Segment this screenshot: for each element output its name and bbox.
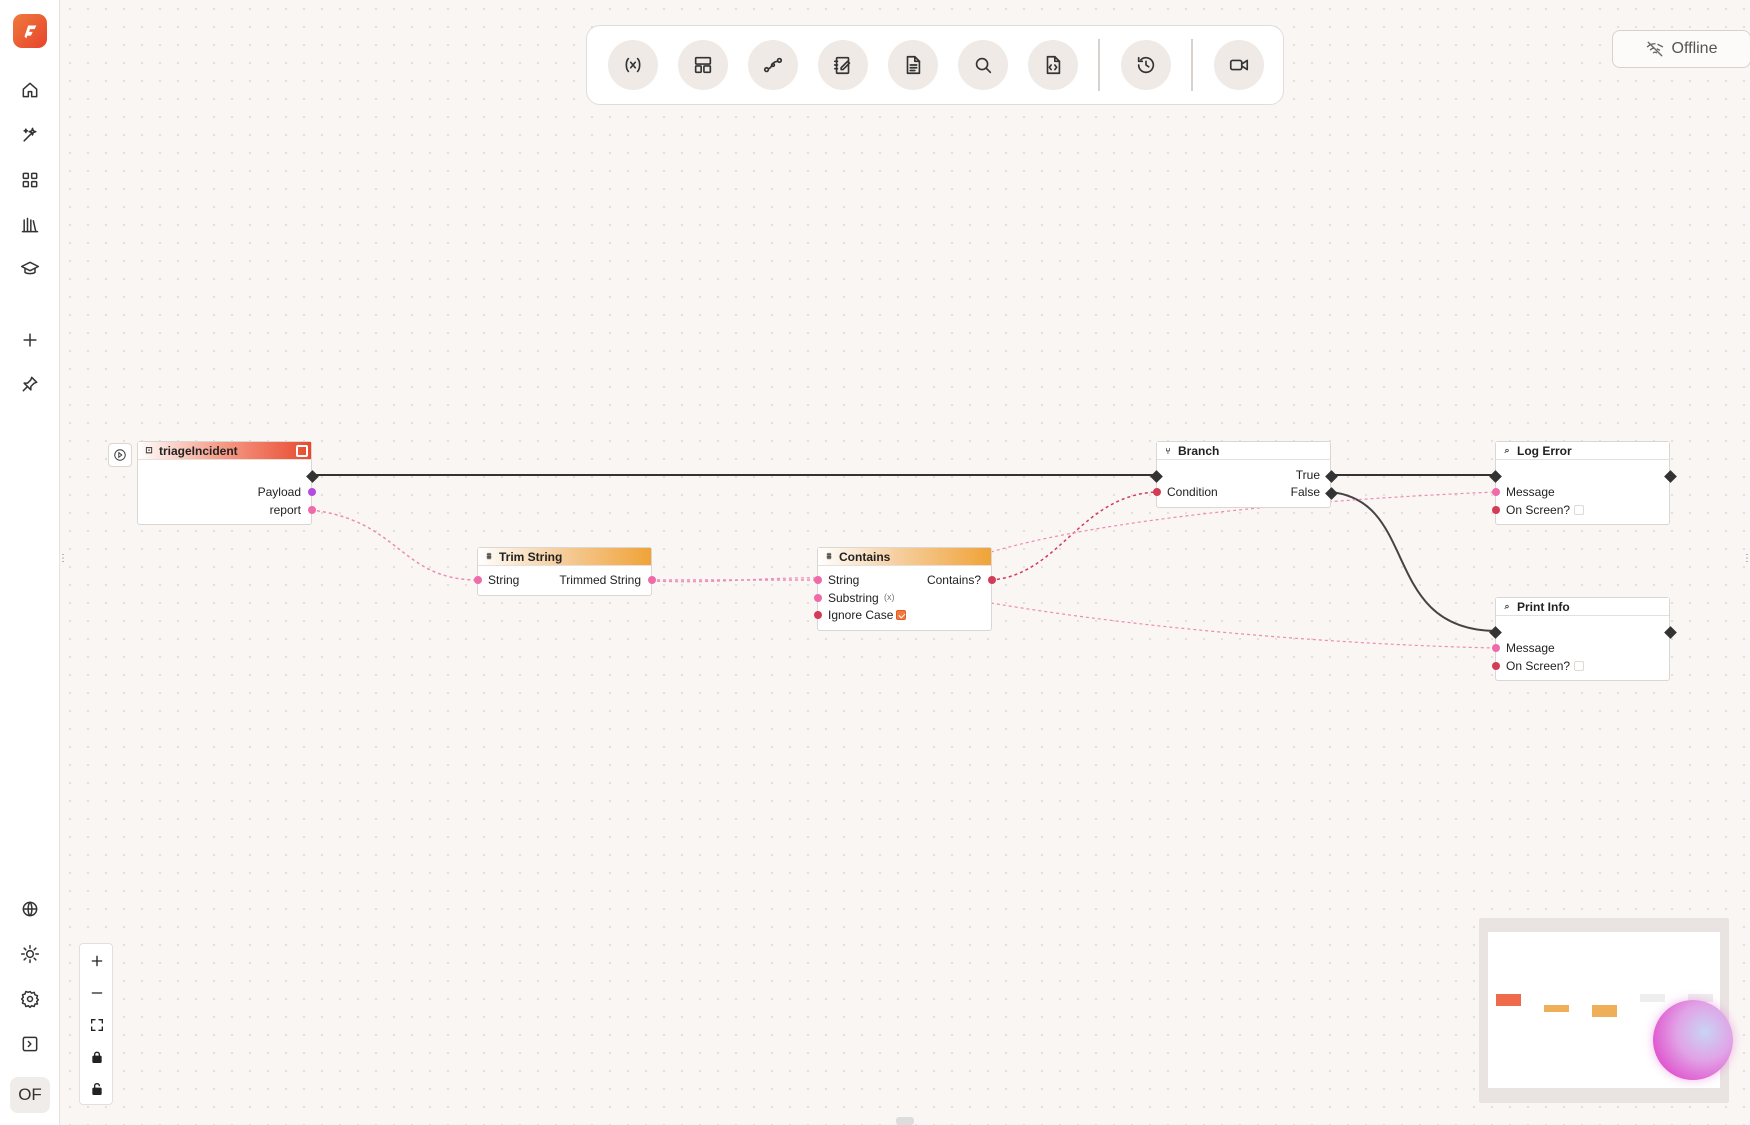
node-trim-string[interactable]: ⩩ Trim String String Trimmed String bbox=[474, 547, 656, 596]
port-label: report bbox=[269, 503, 301, 517]
message-in-pin[interactable] bbox=[1492, 644, 1500, 652]
substring-in-pin[interactable] bbox=[814, 594, 822, 602]
on-screen-checkbox[interactable] bbox=[1574, 505, 1584, 515]
string-in-pin[interactable] bbox=[814, 576, 822, 584]
play-circle-icon bbox=[114, 449, 126, 461]
library-icon[interactable] bbox=[12, 207, 48, 243]
search-icon[interactable] bbox=[958, 40, 1008, 90]
video-icon[interactable] bbox=[1214, 40, 1264, 90]
toolbar-divider bbox=[1098, 39, 1100, 91]
layout-icon[interactable] bbox=[678, 40, 728, 90]
node-log-error[interactable]: ⌕ Log Error Message On Screen? bbox=[1489, 441, 1677, 525]
pin-icon[interactable] bbox=[12, 366, 48, 402]
node-triage-incident[interactable]: ⊡ triageIncident Payload report bbox=[137, 441, 319, 525]
port-label: True bbox=[1295, 468, 1320, 482]
avatar[interactable]: OF bbox=[10, 1077, 50, 1113]
contains-out-pin[interactable] bbox=[988, 576, 996, 584]
panel-toggle-icon[interactable] bbox=[12, 1026, 48, 1062]
document-icon[interactable] bbox=[888, 40, 938, 90]
top-toolbar bbox=[586, 25, 1284, 105]
log-icon: ⌕ bbox=[1504, 445, 1510, 455]
offline-label: Offline bbox=[1671, 40, 1718, 57]
node-contains[interactable]: ⩩ Contains String Contains? Substring (x… bbox=[814, 547, 996, 631]
port-label: Message bbox=[1506, 485, 1555, 499]
fit-view-icon[interactable] bbox=[80, 1009, 114, 1041]
sidebar: OF bbox=[0, 0, 60, 1125]
node-title: Contains bbox=[839, 549, 891, 564]
report-out-pin[interactable] bbox=[308, 506, 316, 514]
port-label: Trimmed String bbox=[559, 573, 641, 587]
code-file-icon[interactable] bbox=[1028, 40, 1078, 90]
lock-icon[interactable] bbox=[80, 1041, 114, 1073]
plus-icon[interactable] bbox=[12, 322, 48, 358]
port-label: False bbox=[1290, 485, 1320, 499]
bottom-resize-handle[interactable] bbox=[896, 1117, 914, 1125]
globe-icon[interactable] bbox=[12, 891, 48, 927]
payload-out-pin[interactable] bbox=[308, 488, 316, 496]
zoom-in-icon[interactable] bbox=[80, 945, 114, 977]
wifi-off-icon bbox=[1646, 41, 1663, 57]
port-label: On Screen? bbox=[1506, 659, 1571, 673]
node-title: Trim String bbox=[499, 549, 563, 564]
on-screen-in-pin[interactable] bbox=[1492, 506, 1500, 514]
assistant-orb-button[interactable] bbox=[1653, 1000, 1733, 1080]
port-label: String bbox=[828, 573, 860, 587]
ignore-case-in-pin[interactable] bbox=[814, 611, 822, 619]
connections-icon[interactable] bbox=[748, 40, 798, 90]
port-label: Contains? bbox=[926, 573, 981, 587]
node-enable-checkbox[interactable] bbox=[296, 445, 308, 457]
node-print-info[interactable]: ⌕ Print Info Message On Screen? bbox=[1489, 597, 1677, 681]
message-in-pin[interactable] bbox=[1492, 488, 1500, 496]
variables-icon[interactable] bbox=[608, 40, 658, 90]
port-label: Ignore Case bbox=[828, 608, 894, 622]
event-icon: ⊡ bbox=[145, 445, 153, 455]
app-logo[interactable] bbox=[13, 14, 47, 48]
on-screen-checkbox[interactable] bbox=[1574, 661, 1584, 671]
home-icon[interactable] bbox=[12, 72, 48, 108]
sparkles-icon[interactable] bbox=[12, 117, 48, 153]
grid-icon[interactable] bbox=[12, 162, 48, 198]
run-event-button[interactable] bbox=[108, 443, 132, 467]
sun-icon[interactable] bbox=[12, 936, 48, 972]
toolbar-divider bbox=[1191, 39, 1193, 91]
condition-in-pin[interactable] bbox=[1153, 488, 1161, 496]
left-resize-handle[interactable]: ⋮ bbox=[58, 553, 68, 571]
minimap-node bbox=[1544, 1005, 1569, 1012]
minimap-node bbox=[1592, 1005, 1617, 1017]
settings-icon[interactable] bbox=[12, 981, 48, 1017]
logo-icon bbox=[24, 25, 37, 39]
minimap-node bbox=[1496, 994, 1521, 1006]
on-screen-in-pin[interactable] bbox=[1492, 662, 1500, 670]
history-icon[interactable] bbox=[1121, 40, 1171, 90]
branch-icon: ⑂ bbox=[1165, 445, 1171, 456]
edit-notes-icon[interactable] bbox=[818, 40, 868, 90]
right-resize-handle[interactable]: ⋮ bbox=[1742, 553, 1750, 571]
port-label: Message bbox=[1506, 641, 1555, 655]
zoom-controls bbox=[79, 943, 113, 1105]
port-label: String bbox=[488, 573, 520, 587]
function-icon: ⩩ bbox=[826, 551, 832, 561]
port-label: Substring bbox=[828, 591, 879, 605]
zoom-out-icon[interactable] bbox=[80, 977, 114, 1009]
node-title: Branch bbox=[1178, 443, 1220, 458]
trimmed-out-pin[interactable] bbox=[648, 576, 656, 584]
graduation-cap-icon[interactable] bbox=[12, 251, 48, 287]
port-label: Payload bbox=[257, 485, 301, 499]
variable-icon: (x) bbox=[884, 592, 895, 602]
minimap-node bbox=[1640, 994, 1665, 1002]
port-label: On Screen? bbox=[1506, 503, 1571, 517]
node-title: triageIncident bbox=[159, 443, 238, 458]
offline-status-button[interactable]: Offline bbox=[1612, 30, 1750, 68]
node-title: Print Info bbox=[1517, 599, 1570, 614]
node-branch[interactable]: ⑂ Branch True Condition False bbox=[1150, 441, 1338, 508]
function-icon: ⩩ bbox=[486, 551, 492, 561]
ignore-case-checkbox[interactable] bbox=[896, 610, 906, 620]
string-in-pin[interactable] bbox=[474, 576, 482, 584]
node-title: Log Error bbox=[1517, 443, 1572, 458]
log-icon: ⌕ bbox=[1504, 601, 1510, 611]
unlock-icon[interactable] bbox=[80, 1073, 114, 1105]
port-label: Condition bbox=[1167, 485, 1218, 499]
